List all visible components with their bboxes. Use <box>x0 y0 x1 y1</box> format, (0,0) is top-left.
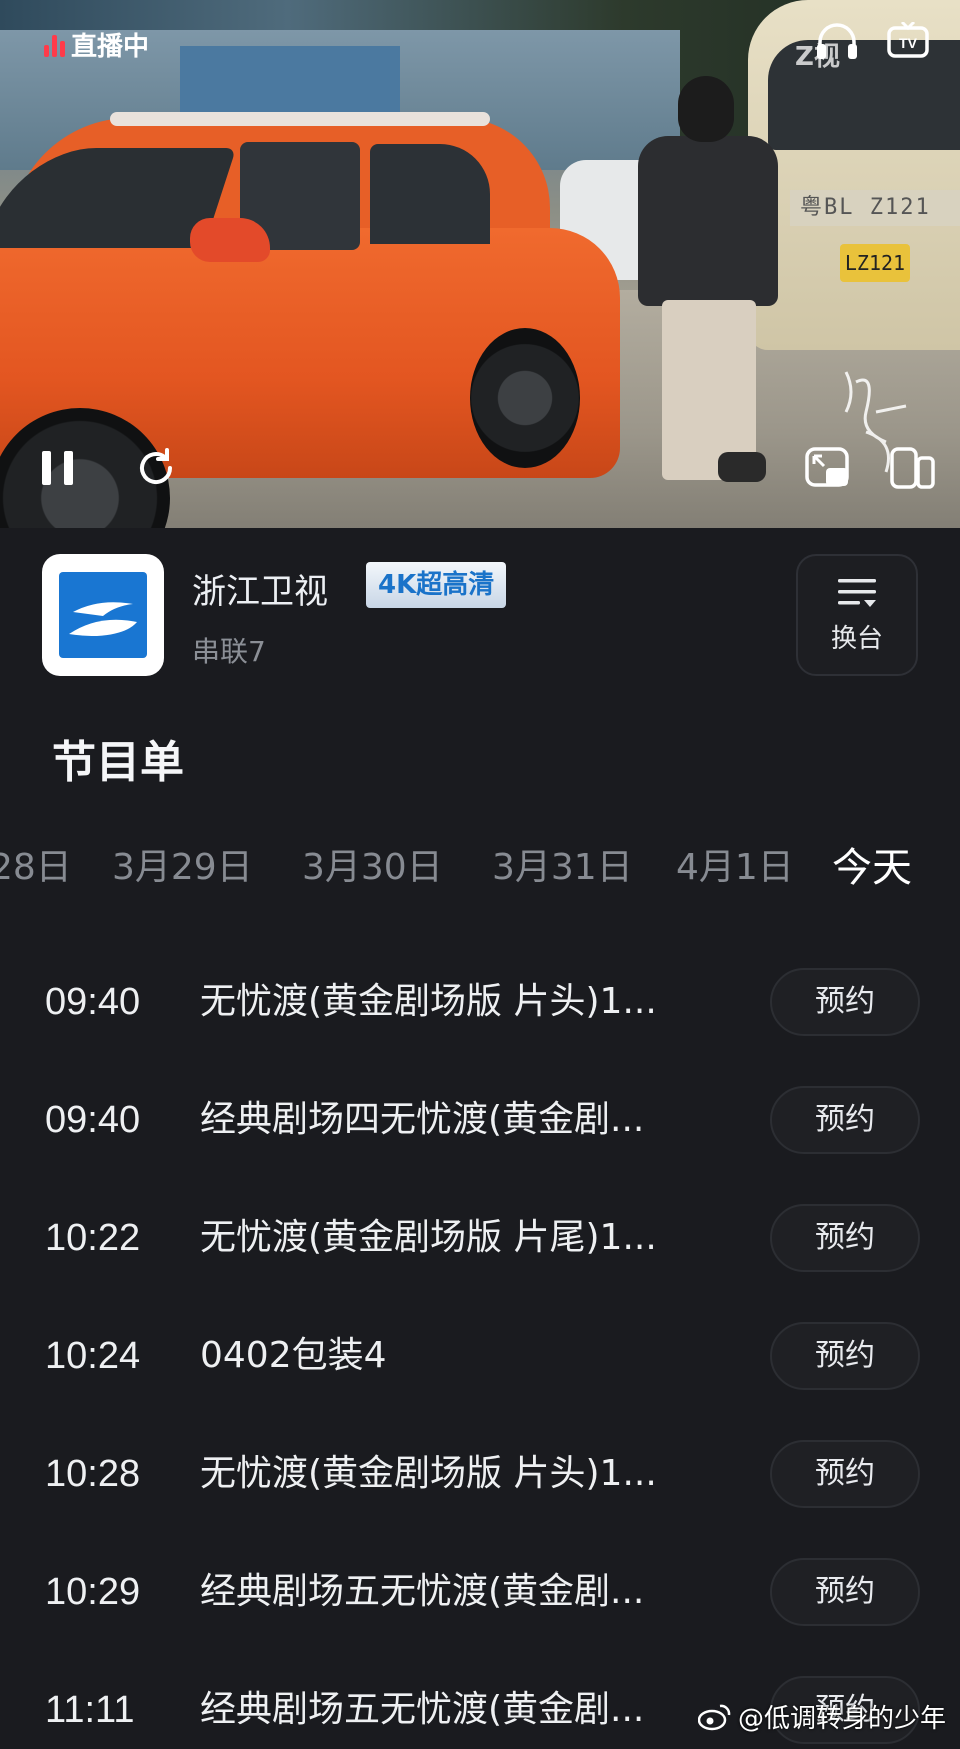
reserve-button[interactable]: 预约 <box>770 1204 920 1272</box>
live-label: 直播中 <box>71 31 150 62</box>
program-title[interactable]: 经典剧场五无忧渡(黄金剧... <box>200 1552 690 1632</box>
program-time: 11:11 <box>45 1689 135 1731</box>
program-time: 09:40 <box>45 1099 141 1141</box>
channel-subtitle: 串联7 <box>192 635 266 668</box>
date-tab[interactable]: 3月30日 <box>302 838 443 898</box>
program-row: 10:29 经典剧场五无忧渡(黄金剧... 预约 <box>0 1552 960 1632</box>
weibo-logo-icon <box>697 1704 731 1730</box>
date-tab[interactable]: 3月29日 <box>112 838 253 898</box>
date-tab[interactable]: 3月31日 <box>492 838 633 898</box>
program-title[interactable]: 无忧渡(黄金剧场版 片头)1... <box>200 1434 690 1514</box>
channel-name: 浙江卫视 <box>192 572 328 612</box>
zhejiang-tv-logo-icon <box>59 572 147 658</box>
headphones-icon[interactable] <box>814 22 860 62</box>
program-title[interactable]: 无忧渡(黄金剧场版 片头)1... <box>200 962 690 1042</box>
reserve-button[interactable]: 预约 <box>770 1558 920 1626</box>
program-time: 10:29 <box>45 1571 141 1613</box>
weibo-watermark: @低调转身的少年 <box>697 1698 946 1735</box>
video-scene-person <box>628 76 778 496</box>
live-signal-icon <box>44 31 65 57</box>
video-player[interactable]: 粤BL Z121 LZ121 直播中 Z视 <box>0 0 960 528</box>
player-top-actions: TV <box>814 22 930 62</box>
weibo-watermark-text: @低调转身的少年 <box>737 1704 946 1734</box>
pause-icon[interactable] <box>38 447 78 489</box>
program-time: 09:40 <box>45 981 141 1023</box>
reserve-button[interactable]: 预约 <box>770 1440 920 1508</box>
reserve-button[interactable]: 预约 <box>770 1322 920 1390</box>
program-row: 10:22 无忧渡(黄金剧场版 片尾)1... 预约 <box>0 1198 960 1278</box>
van-rear-text: 粤BL Z121 <box>790 190 960 226</box>
picture-in-picture-icon[interactable] <box>804 446 852 490</box>
program-time: 10:24 <box>45 1335 141 1377</box>
date-tab[interactable]: 4月1日 <box>676 838 794 898</box>
switch-channel-label: 换台 <box>830 623 883 654</box>
program-row: 09:40 无忧渡(黄金剧场版 片头)1... 预约 <box>0 962 960 1042</box>
svg-text:TV: TV <box>899 35 918 51</box>
program-title[interactable]: 无忧渡(黄金剧场版 片尾)1... <box>200 1198 690 1278</box>
program-row: 10:28 无忧渡(黄金剧场版 片头)1... 预约 <box>0 1434 960 1514</box>
date-tabs: 28日 3月29日 3月30日 3月31日 4月1日 今天 <box>0 838 960 898</box>
live-badge: 直播中 <box>44 24 149 64</box>
tv-cast-icon[interactable]: TV <box>886 22 930 62</box>
refresh-icon[interactable] <box>134 446 178 490</box>
reserve-button[interactable]: 预约 <box>770 1086 920 1154</box>
channel-info: 浙江卫视 4K超高清 串联7 换台 <box>42 554 918 678</box>
date-tab-today[interactable]: 今天 <box>832 838 912 898</box>
switch-channel-button[interactable]: 换台 <box>796 554 918 676</box>
program-time: 10:28 <box>45 1453 141 1495</box>
program-row: 09:40 经典剧场四无忧渡(黄金剧... 预约 <box>0 1080 960 1160</box>
program-title[interactable]: 经典剧场五无忧渡(黄金剧... <box>200 1670 690 1749</box>
player-controls-right <box>804 446 936 490</box>
channel-list-icon <box>838 578 876 607</box>
schedule-title: 节目单 <box>52 737 184 788</box>
program-title[interactable]: 经典剧场四无忧渡(黄金剧... <box>200 1080 690 1160</box>
program-row: 10:24 0402包装4 预约 <box>0 1316 960 1396</box>
van-license-plate: LZ121 <box>840 244 910 282</box>
player-controls-left <box>38 446 178 490</box>
program-title[interactable]: 0402包装4 <box>200 1316 690 1396</box>
channel-logo <box>42 554 164 676</box>
video-scene-orange-car <box>0 112 630 528</box>
quality-badge: 4K超高清 <box>366 562 507 608</box>
reserve-button[interactable]: 预约 <box>770 968 920 1036</box>
program-time: 10:22 <box>45 1217 141 1259</box>
date-tab[interactable]: 28日 <box>0 838 72 898</box>
rotate-screen-icon[interactable] <box>888 446 936 490</box>
